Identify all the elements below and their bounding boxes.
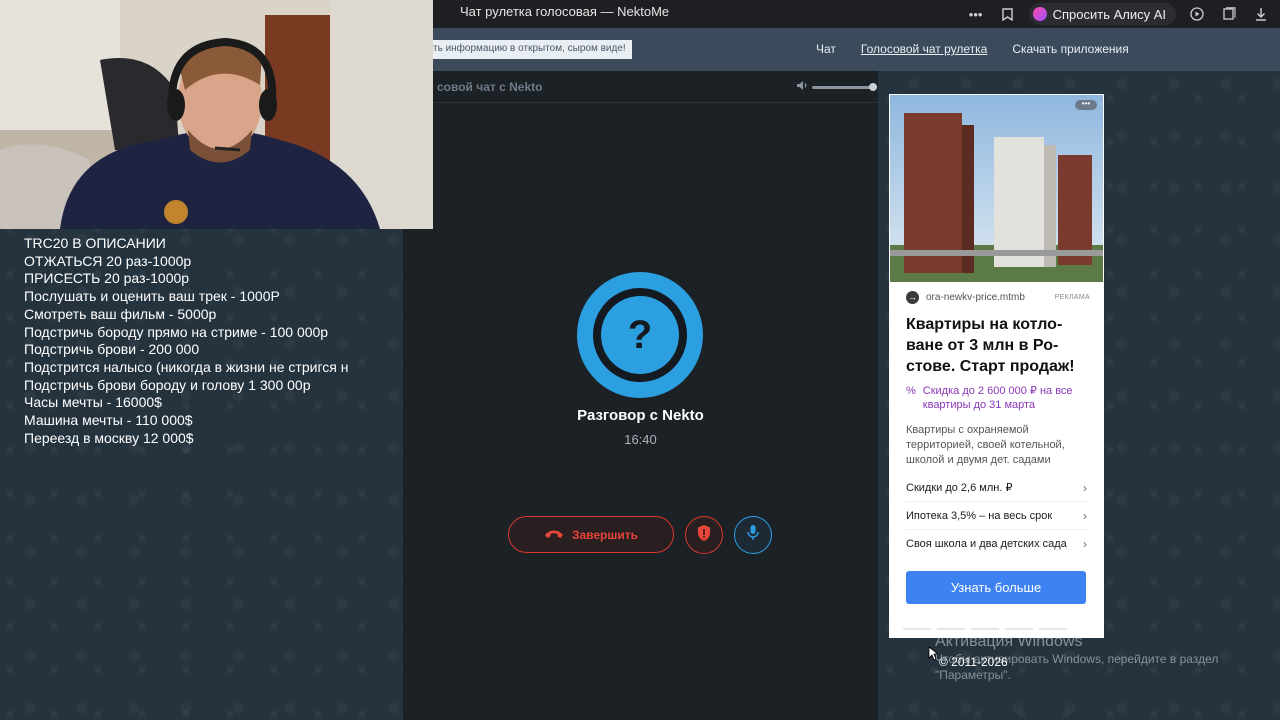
ad-promo: % Скидка до 2 600 000 ₽ на все квартиры … <box>906 384 1092 412</box>
ad-source-row[interactable]: → ora-newkv-price.mtmb РЕКЛАМА <box>906 291 1090 304</box>
partner-avatar: ? <box>577 272 703 398</box>
ad-image[interactable]: ••• <box>890 95 1103 282</box>
ad-title[interactable]: Квартиры на котло-ване от 3 млн в Ро-сто… <box>906 314 1092 377</box>
ad-url: ora-newkv-price.mtmb <box>926 292 1025 303</box>
ad-description: Квартиры с охраняемой территорией, своей… <box>906 424 1065 466</box>
ad-options-icon[interactable]: ••• <box>1075 100 1097 110</box>
bookmark-icon[interactable] <box>997 3 1019 25</box>
overlay-line: Переезд в москву 12 000$ <box>24 429 194 446</box>
call-timer: 16:40 <box>624 432 657 447</box>
carousel-dot <box>937 628 965 630</box>
microphone-icon <box>747 524 759 546</box>
microphone-button[interactable] <box>734 516 772 554</box>
more-icon[interactable]: ••• <box>965 3 987 25</box>
nav-link-download-apps[interactable]: Скачать приложения <box>1012 42 1128 56</box>
volume-slider-knob[interactable] <box>869 82 877 91</box>
download-icon[interactable] <box>1250 3 1272 25</box>
ad-link-label: Скидки до 2,6 млн. ₽ <box>906 482 1013 494</box>
ad-link-item[interactable]: Своя школа и два детских сада › <box>906 530 1087 558</box>
alice-icon <box>1032 7 1047 21</box>
overlay-line: Послушать и оценить ваш трек - 1000Р <box>24 288 280 305</box>
overlay-line: TRC20 В ОПИСАНИИ <box>24 235 166 251</box>
webcam-feed <box>0 0 433 229</box>
watermark-title: Активация Windows <box>935 633 1083 650</box>
end-call-button[interactable]: Завершить <box>508 516 674 553</box>
ask-alice-button[interactable]: Спросить Алису AI <box>1028 3 1176 25</box>
ad-promo-text: Скидка до 2 600 000 ₽ на все квартиры до… <box>922 385 1073 411</box>
mouse-cursor-icon <box>928 646 940 666</box>
chevron-right-icon: › <box>1083 480 1087 495</box>
volume-icon <box>796 80 808 94</box>
overlay-line: ОТЖАТЬСЯ 20 раз-1000р <box>24 252 192 269</box>
carousel-dot <box>1039 628 1067 630</box>
panel-title: совой чат с Nekto <box>437 80 543 94</box>
shield-alert-icon <box>696 524 712 547</box>
copyright-text: © 2011-2026 <box>939 655 1008 669</box>
nav-link-voice-chat[interactable]: Голосовой чат рулетка <box>861 42 987 56</box>
ad-learn-more-button[interactable]: Узнать больше <box>906 571 1086 604</box>
conversation-title: Разговор с Nekto <box>577 407 704 424</box>
chevron-right-icon: › <box>1083 537 1087 551</box>
percent-icon: % <box>906 385 916 397</box>
overlay-line: Подстрится налысо (никогда в жизни не ст… <box>24 358 349 375</box>
ask-alice-label: Спросить Алису AI <box>1052 6 1166 22</box>
carousel-dot <box>971 628 999 630</box>
browser-tab-title: Чат рулетка голосовая — NektoMe <box>460 4 670 19</box>
hang-up-icon <box>544 528 564 542</box>
ad-link-item[interactable]: Скидки до 2,6 млн. ₽ › <box>906 474 1087 502</box>
stream-overlay-text: TRC20 В ОПИСАНИИ ОТЖАТЬСЯ 20 раз-1000р П… <box>24 235 376 447</box>
ad-link-item[interactable]: Ипотека 3,5% – на весь срок › <box>906 502 1087 530</box>
ad-carousel-indicator <box>903 628 1067 630</box>
browser-actions: ••• Спросить Алису AI <box>965 0 1272 28</box>
carousel-dot <box>1005 628 1033 630</box>
question-mark-icon: ? <box>608 303 672 367</box>
apartment-buildings-image <box>890 95 1103 282</box>
panel-header: совой чат с Nekto <box>403 71 878 103</box>
overlay-line: ПРИСЕСТЬ 20 раз-1000р <box>24 270 190 287</box>
ad-links: Скидки до 2,6 млн. ₽ › Ипотека 3,5% – на… <box>906 474 1087 558</box>
carousel-dot <box>903 628 931 630</box>
site-nav: Чат Голосовой чат рулетка Скачать прилож… <box>816 42 1129 56</box>
streamer-video-image <box>0 0 433 229</box>
avatar-ring: ? <box>593 288 687 382</box>
voice-chat-panel: совой чат с Nekto ? Разговор с Nekto 16:… <box>403 71 878 720</box>
arrow-right-icon: → <box>906 291 919 304</box>
ad-badge: РЕКЛАМА <box>1054 294 1090 301</box>
ad-link-label: Ипотека 3,5% – на весь срок <box>906 509 1053 522</box>
end-call-label: Завершить <box>571 527 639 542</box>
overlay-line: Смотреть ваш фильм - 5000р <box>24 305 217 322</box>
advertisement-banner[interactable]: ••• → ora-newkv-price.mtmb РЕКЛАМА Кварт… <box>889 94 1104 638</box>
overlay-line: Подстричь брови бороду и голову 1 300 00… <box>24 376 311 393</box>
browser-toolbar: Чат рулетка голосовая — NektoMe ••• Спро… <box>433 0 1280 28</box>
chevron-right-icon: › <box>1083 508 1087 523</box>
overlay-line: Подстричь брови - 200 000 <box>24 341 200 358</box>
info-notice: ть информацию в открытом, сыром виде! <box>433 40 632 59</box>
nav-link-chat[interactable]: Чат <box>816 42 836 56</box>
volume-slider[interactable] <box>812 82 877 91</box>
ad-link-label: Своя школа и два детских сада <box>906 538 1067 550</box>
report-button[interactable] <box>685 516 723 554</box>
collections-icon[interactable] <box>1218 3 1240 25</box>
overlay-line: Машина мечты - 110 000$ <box>24 412 193 429</box>
site-header: ть информацию в открытом, сыром виде! Ча… <box>433 28 1280 71</box>
overlay-line: Подстричь бороду прямо на стриме - 100 0… <box>24 323 329 340</box>
play-icon[interactable] <box>1186 3 1208 25</box>
volume-control[interactable] <box>796 80 877 94</box>
overlay-line: Часы мечты - 16000$ <box>24 394 162 411</box>
